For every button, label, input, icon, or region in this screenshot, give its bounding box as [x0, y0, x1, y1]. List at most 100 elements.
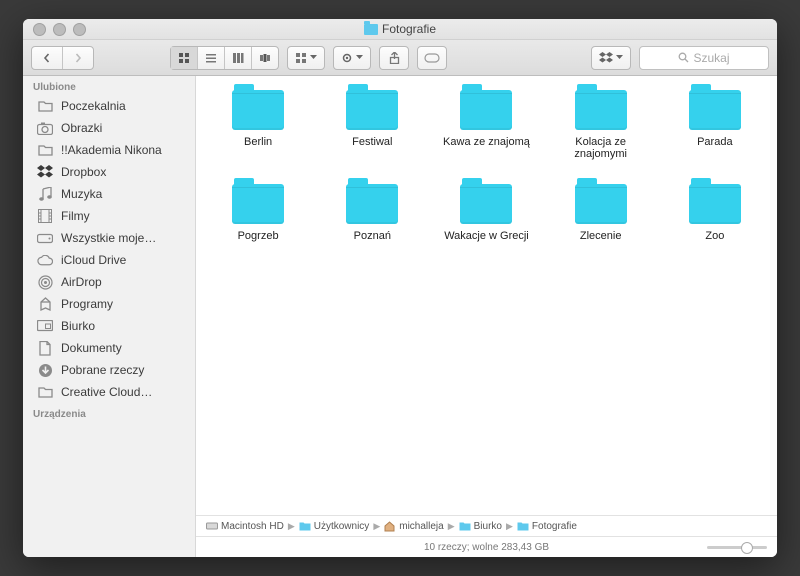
folder-item[interactable]: Kolacja ze znajomymi [551, 90, 651, 160]
home-icon [384, 521, 396, 531]
chevron-right-icon [73, 53, 83, 63]
sidebar-item[interactable]: Poczekalnia [23, 95, 195, 117]
sidebar-item[interactable]: AirDrop [23, 271, 195, 293]
cloud-icon [37, 253, 53, 267]
folder-icon [575, 184, 627, 224]
folder-item[interactable]: Kawa ze znajomą [436, 90, 536, 160]
airdrop-icon [37, 275, 53, 289]
forward-button[interactable] [63, 47, 93, 69]
coverflow-icon [259, 52, 271, 64]
folder-content[interactable]: Berlin Festiwal Kawa ze znajomąKolacja ze … [196, 76, 777, 515]
folder-icon [517, 521, 529, 531]
minimize-button[interactable] [53, 23, 66, 36]
column-view-button[interactable] [225, 47, 252, 69]
sidebar-item[interactable]: iCloud Drive [23, 249, 195, 271]
gear-icon [341, 52, 353, 64]
folder-item[interactable]: Pogrzeb [208, 184, 308, 242]
folder-label: Zoo [705, 230, 724, 242]
arrange-icon [295, 52, 307, 64]
path-segment[interactable]: Macintosh HD [206, 521, 284, 532]
folder-item[interactable]: Festiwal [322, 90, 422, 160]
status-bar: 10 rzeczy; wolne 283,43 GB [196, 536, 777, 557]
folder-icon [689, 184, 741, 224]
sidebar-item-label: Creative Cloud… [61, 385, 152, 399]
dropbox-icon [37, 165, 53, 179]
folder-item[interactable]: Zoo [665, 184, 765, 242]
sidebar-item[interactable]: Pobrane rzeczy [23, 359, 195, 381]
chevron-down-icon [356, 55, 363, 60]
folder-icon [232, 184, 284, 224]
search-field[interactable]: Szukaj [639, 46, 769, 70]
folder-icon [460, 90, 512, 130]
folder-icon [460, 184, 512, 224]
arrange-menu[interactable] [287, 46, 325, 70]
sidebar-item[interactable]: Obrazki [23, 117, 195, 139]
sidebar-item-label: !!Akademia Nikona [61, 143, 162, 157]
folder-icon [37, 385, 53, 399]
window-title-text: Fotografie [382, 22, 436, 36]
sidebar-item[interactable]: Creative Cloud… [23, 381, 195, 403]
path-segment[interactable]: michalleja [384, 521, 443, 532]
zoom-slider[interactable] [707, 546, 767, 549]
apps-icon [37, 297, 53, 311]
coverflow-view-button[interactable] [252, 47, 278, 69]
sidebar-item-label: Dokumenty [61, 341, 122, 355]
sidebar-item-label: Muzyka [61, 187, 102, 201]
folder-icon [575, 90, 627, 130]
sidebar-item[interactable]: Dokumenty [23, 337, 195, 359]
desktop-icon [37, 319, 53, 333]
doc-icon [37, 341, 53, 355]
sidebar-item-label: iCloud Drive [61, 253, 126, 267]
chevron-down-icon [616, 55, 623, 60]
toolbar: Szukaj [23, 40, 777, 76]
camera-icon [37, 121, 53, 135]
sidebar-item[interactable]: Filmy [23, 205, 195, 227]
folder-label: Zlecenie [580, 230, 622, 242]
icon-view-button[interactable] [171, 47, 198, 69]
folder-icon [346, 90, 398, 130]
tag-icon [424, 53, 440, 63]
sidebar-item-label: Poczekalnia [61, 99, 126, 113]
sidebar-item[interactable]: Biurko [23, 315, 195, 337]
path-segment[interactable]: Biurko [459, 521, 502, 532]
search-placeholder: Szukaj [693, 51, 729, 65]
dropbox-menu[interactable] [591, 46, 631, 70]
hd-icon [206, 521, 218, 531]
folder-item[interactable]: Zlecenie [551, 184, 651, 242]
sidebar-item[interactable]: Muzyka [23, 183, 195, 205]
sidebar-favorites-heading: Ulubione [23, 76, 195, 95]
action-menu[interactable] [333, 46, 371, 70]
folder-icon [346, 184, 398, 224]
status-text: 10 rzeczy; wolne 283,43 GB [424, 542, 549, 553]
list-icon [205, 52, 217, 64]
chevron-right-icon: ▶ [506, 521, 513, 532]
list-view-button[interactable] [198, 47, 225, 69]
tags-button[interactable] [417, 46, 447, 70]
zoom-button[interactable] [73, 23, 86, 36]
path-segment[interactable]: Użytkownicy [299, 521, 370, 532]
folder-item[interactable]: Berlin [208, 90, 308, 160]
window-title: Fotografie [23, 22, 777, 36]
path-segment[interactable]: Fotografie [517, 521, 577, 532]
folder-item[interactable]: Wakacje w Grecji [436, 184, 536, 242]
sidebar-item[interactable]: !!Akademia Nikona [23, 139, 195, 161]
columns-icon [232, 52, 244, 64]
grid-icon [178, 52, 190, 64]
dropbox-icon [599, 52, 613, 64]
back-button[interactable] [32, 47, 63, 69]
folder-label: Parada [697, 136, 732, 148]
folder-item[interactable]: Poznań [322, 184, 422, 242]
folder-label: Poznań [354, 230, 391, 242]
close-button[interactable] [33, 23, 46, 36]
path-label: michalleja [399, 521, 443, 532]
sidebar-item-label: AirDrop [61, 275, 102, 289]
folder-icon [299, 521, 311, 531]
chevron-left-icon [42, 53, 52, 63]
sidebar-item[interactable]: Dropbox [23, 161, 195, 183]
folder-item[interactable]: Parada [665, 90, 765, 160]
music-icon [37, 187, 53, 201]
sidebar-item[interactable]: Programy [23, 293, 195, 315]
sidebar-item[interactable]: Wszystkie moje… [23, 227, 195, 249]
folder-label: Festiwal [352, 136, 392, 148]
share-button[interactable] [379, 46, 409, 70]
